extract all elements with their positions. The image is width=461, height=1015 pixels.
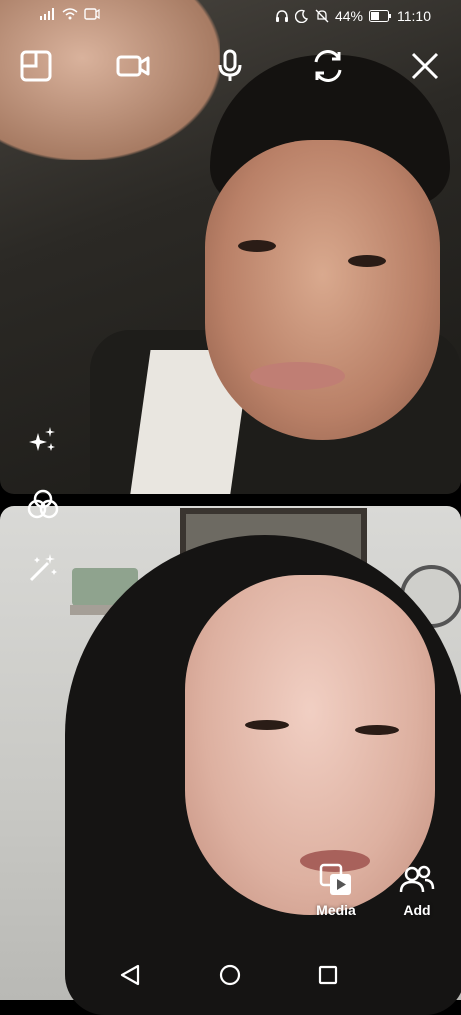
media-icon (319, 863, 351, 895)
media-label: Media (316, 902, 356, 918)
moon-icon (294, 9, 309, 23)
status-bar: 44% 11:10 (0, 0, 461, 32)
microphone-icon (218, 49, 242, 81)
back-icon (120, 964, 140, 986)
touch-up-button[interactable] (26, 551, 60, 585)
video-camera-icon (116, 55, 150, 77)
filters-button[interactable] (26, 488, 60, 522)
signal-icon (40, 8, 56, 20)
switch-camera-icon (314, 50, 342, 82)
add-label: Add (403, 902, 431, 918)
recents-icon (318, 965, 338, 985)
layout-icon (20, 50, 52, 82)
add-people-icon (399, 865, 435, 893)
headset-icon (275, 9, 289, 23)
filters-icon (27, 489, 59, 519)
mute-icon (315, 9, 329, 23)
close-icon (411, 52, 439, 80)
media-button[interactable]: Media (301, 862, 371, 918)
eye-image (355, 725, 399, 735)
face-image (205, 140, 440, 440)
home-button[interactable] (210, 955, 250, 995)
wifi-icon (62, 8, 78, 20)
eye-image (348, 255, 386, 267)
sparkles-icon (29, 427, 55, 451)
microphone-button[interactable] (212, 48, 248, 84)
eye-image (238, 240, 276, 252)
eye-image (245, 720, 289, 730)
magic-wand-icon (29, 554, 57, 582)
layout-button[interactable] (18, 48, 54, 84)
recents-button[interactable] (308, 955, 348, 995)
battery-percent: 44% (334, 8, 363, 24)
screen-record-icon (84, 8, 100, 20)
battery-icon (369, 10, 391, 22)
add-participant-button[interactable]: Add (382, 862, 452, 918)
effects-button[interactable] (26, 423, 60, 457)
end-call-close-button[interactable] (407, 48, 443, 84)
mouth-image (250, 362, 345, 390)
back-button[interactable] (110, 955, 150, 995)
home-icon (219, 964, 241, 986)
switch-camera-button[interactable] (310, 48, 346, 84)
video-button[interactable] (115, 48, 151, 84)
clock-time: 11:10 (397, 8, 431, 24)
